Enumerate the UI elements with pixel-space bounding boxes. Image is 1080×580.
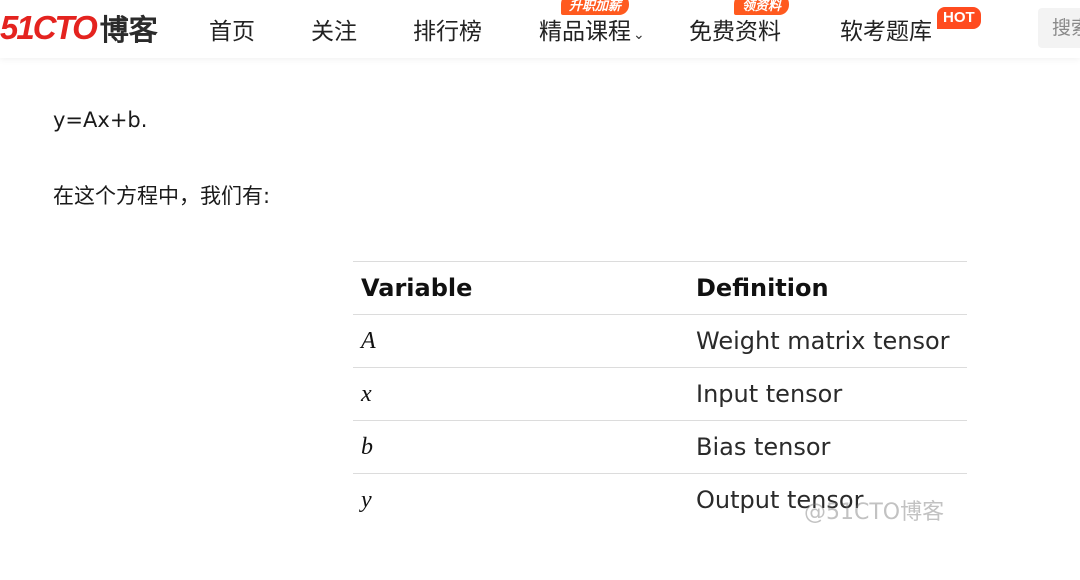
definition-cell: Input tensor	[696, 380, 843, 408]
chevron-down-icon: ⌄	[633, 27, 645, 43]
hot-badge: HOT	[937, 7, 981, 29]
variables-table: Variable Definition A Weight matrix tens…	[353, 261, 967, 526]
nav-premium-courses[interactable]: 精品课程 ⌄	[539, 12, 645, 46]
nav-follow[interactable]: 关注	[311, 12, 357, 46]
search-input[interactable]: 搜索	[1038, 8, 1080, 48]
variable-cell: A	[361, 328, 376, 354]
header-definition: Definition	[696, 274, 829, 302]
table-row: A Weight matrix tensor	[353, 315, 967, 368]
table-row: b Bias tensor	[353, 421, 967, 474]
equation-text: y=Ax+b.	[53, 108, 148, 132]
table-header-row: Variable Definition	[353, 262, 967, 315]
watermark: @51CTO博客	[804, 500, 945, 525]
variable-cell: y	[361, 487, 372, 513]
nav-premium-courses-label: 精品课程	[539, 19, 631, 45]
logo-51cto-text: 51CTO	[0, 9, 98, 46]
header-variable: Variable	[361, 274, 473, 302]
table-row: x Input tensor	[353, 368, 967, 421]
nav-ranking[interactable]: 排行榜	[413, 12, 482, 46]
nav-free-materials[interactable]: 免费资料	[689, 12, 781, 46]
nav-exam-bank[interactable]: 软考题库	[840, 12, 932, 46]
variable-cell: b	[361, 434, 373, 460]
top-navigation-bar: 51CTO 博客 首页 关注 排行榜 升职加薪 精品课程 ⌄ 领资料 免费资料 软…	[0, 0, 1080, 58]
definition-cell: Weight matrix tensor	[696, 327, 950, 355]
intro-text: 在这个方程中，我们有:	[53, 184, 271, 208]
definition-cell: Bias tensor	[696, 433, 831, 461]
logo-blog-text: 博客	[99, 13, 158, 47]
nav-home[interactable]: 首页	[209, 12, 255, 46]
site-logo[interactable]: 51CTO 博客	[0, 8, 158, 48]
variable-cell: x	[361, 381, 372, 407]
